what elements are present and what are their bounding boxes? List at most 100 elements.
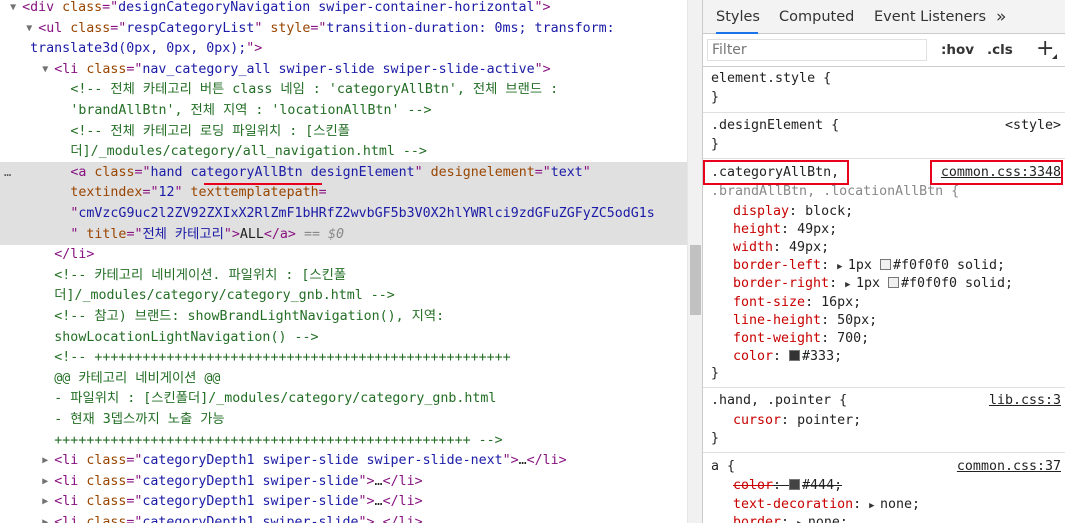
css-prop-color[interactable]: color: #333; [733,348,1061,366]
styles-filter-input[interactable] [707,39,927,61]
dom-node-line[interactable]: 더]/_modules/category/category_gnb.html -… [0,285,687,306]
dom-node-line[interactable]: 'brandAllBtn', 전체 지역 : 'locationAllBtn' … [0,100,687,121]
css-prop-value[interactable]: pointer; [797,413,861,428]
css-prop-value[interactable]: 49px; [797,222,837,237]
dom-tree-scrollbar[interactable] [687,0,702,523]
css-prop-border-left[interactable]: border-left: ▶ 1px #f0f0f0 solid; [733,257,1061,275]
dom-node-selected-line[interactable]: textindex="12" texttemplatepath= [0,182,687,204]
dom-token-tag: <div [22,0,63,15]
css-prop-value[interactable]: none; [808,515,848,523]
collapse-arrow-icon[interactable]: ▼ [26,18,36,39]
dom-node-line[interactable]: showLocationLightNavigation() --> [0,327,687,348]
css-prop-name[interactable]: text-decoration [733,497,853,512]
dom-node-line[interactable]: <!-- +++++++++++++++++++++++++++++++++++… [0,347,687,368]
css-prop-value[interactable]: block; [805,204,853,219]
dom-node-line[interactable]: 더]/_modules/category/all_navigation.html… [0,141,687,162]
css-prop-value-rest[interactable]: #444; [802,478,842,493]
css-prop-value[interactable]: 700; [837,331,869,346]
css-prop-name[interactable]: width [733,240,773,255]
css-prop-name[interactable]: cursor [733,413,781,428]
dom-node-line[interactable]: ++++++++++++++++++++++++++++++++++++++++… [0,430,687,451]
dom-node-line[interactable]: - 파일위치 : [스킨폴더]/_modules/category/catego… [0,388,687,409]
css-prop-name[interactable]: font-size [733,295,805,310]
dom-node-line[interactable]: <!-- 전체 카테고리 버튼 class 네임 : 'categoryAllB… [0,79,687,100]
node-actions-ellipsis-icon[interactable]: … [4,162,11,183]
expand-shorthand-icon[interactable]: ▶ [869,501,880,511]
color-swatch-icon[interactable] [789,349,801,361]
scrollbar-thumb[interactable] [690,245,701,315]
css-prop-value[interactable]: 16px; [821,295,861,310]
dom-node-line[interactable]: <!-- 카테고리 네비게이션. 파일위치 : [스킨폴 [0,265,687,286]
dom-token-cmt: <!-- 전체 카테고리 로딩 파일위치 : [스킨폴 [70,123,350,139]
tab-styles[interactable]: Styles [716,0,760,34]
tab-event-listeners[interactable]: Event Listeners [874,0,986,34]
dom-node-selected-line[interactable]: " title="전체 카테고리">ALL</a> == $0 [0,223,687,245]
css-prop-name[interactable]: border-left [733,258,821,273]
dom-node-line[interactable]: ▶ <li class="categoryDepth1 swiper-slide"… [0,491,687,512]
css-prop-height[interactable]: height: 49px; [733,221,1061,239]
css-prop-name[interactable]: font-weight [733,331,821,346]
css-prop-name[interactable]: height [733,222,781,237]
expand-arrow-icon[interactable]: ▶ [42,471,52,492]
color-swatch-icon[interactable] [789,479,801,490]
css-prop-value-rest[interactable]: #f0f0f0 solid; [893,258,1005,273]
design-element-source[interactable]: <style> [1005,117,1061,135]
color-swatch-icon[interactable] [879,259,891,271]
css-prop-name[interactable]: border-right [733,276,829,291]
hand-rule-source-link[interactable]: lib.css:3 [989,392,1061,410]
collapse-arrow-icon[interactable]: ▼ [10,0,20,18]
dom-node-line[interactable]: translate3d(0px, 0px, 0px);"> [0,38,687,59]
css-prop-value-rest[interactable]: #333; [802,349,842,364]
color-swatch-icon[interactable] [887,277,899,289]
dom-node-line[interactable]: - 현재 3뎁스까지 노출 가능 [0,409,687,430]
dom-node-selected-line[interactable]: <a class="hand categoryAllBtn designElem… [0,161,687,183]
css-prop-width[interactable]: width: 49px; [733,239,1061,257]
dom-node-line[interactable]: ▼ <div class="designCategoryNavigation sw… [0,0,687,18]
css-prop-value[interactable]: 1px [856,276,888,291]
dom-node-line[interactable]: @@ 카테고리 네비게이션 @@ [0,368,687,389]
css-prop-value[interactable]: 1px [848,258,880,273]
class-toggle-button[interactable]: .cls [987,39,1013,61]
dom-node-selected-line[interactable]: "cmVzcG9uc2l2ZV92ZXIxX2RlZmF1bHRfZ2wvbGF… [0,203,687,224]
dom-node-line[interactable]: <!-- 참고) 브랜드: showBrandLightNavigation()… [0,306,687,327]
css-prop-font-size[interactable]: font-size: 16px; [733,294,1061,312]
expand-shorthand-icon[interactable]: ▶ [797,519,808,523]
css-prop-value[interactable]: none; [880,497,920,512]
css-prop-name[interactable]: color [733,478,773,493]
more-tabs-icon[interactable]: » [996,0,1006,34]
css-prop-cursor[interactable]: cursor: pointer; [733,412,1061,430]
css-prop-name[interactable]: display [733,204,789,219]
elements-dom-tree[interactable]: ▼ <div class="designCategoryNavigation sw… [0,0,687,523]
css-prop-name[interactable]: border [733,515,781,523]
tab-computed[interactable]: Computed [779,0,854,34]
css-prop-value[interactable]: 50px; [837,313,877,328]
dom-node-line[interactable]: ▼ <ul class="respCategoryList" style="tra… [0,18,687,39]
dom-node-line[interactable]: ▼ <li class="nav_category_all swiper-slid… [0,59,687,80]
dom-node-line[interactable]: ▶ <li class="categoryDepth1 swiper-slide … [0,450,687,471]
dom-node-line[interactable]: ▶ <li class="categoryDepth1 swiper-slide"… [0,471,687,492]
css-prop-value-rest[interactable]: #f0f0f0 solid; [901,276,1013,291]
css-prop-display[interactable]: display: block; [733,203,1061,221]
hover-state-button[interactable]: :hov [941,39,974,61]
css-prop-text-decoration[interactable]: text-decoration: ▶ none; [733,496,1061,514]
css-prop-color[interactable]: color: #444; [733,477,1061,495]
css-prop-font-weight[interactable]: font-weight: 700; [733,330,1061,348]
element-style-selector[interactable]: element.style { [711,70,1061,88]
dom-node-line[interactable]: </li> [0,244,687,265]
expand-arrow-icon[interactable]: ▶ [42,450,52,471]
css-prop-name[interactable]: line-height [733,313,821,328]
dom-node-line[interactable]: ▶ <li class="categoryDepth1 swiper-slide"… [0,512,687,523]
expand-arrow-icon[interactable]: ▶ [42,512,52,523]
collapse-arrow-icon[interactable]: ▼ [42,59,52,80]
a-rule-source-link[interactable]: common.css:37 [957,458,1061,476]
expand-shorthand-icon[interactable]: ▶ [837,262,848,272]
css-prop-name[interactable]: color [733,349,773,364]
css-prop-border[interactable]: border: ▶ none; [733,514,1061,523]
category-rule-selector-rest[interactable]: .brandAllBtn, .locationAllBtn { [711,183,1061,201]
css-prop-line-height[interactable]: line-height: 50px; [733,312,1061,330]
expand-shorthand-icon[interactable]: ▶ [845,280,856,290]
expand-arrow-icon[interactable]: ▶ [42,491,52,512]
css-prop-border-right[interactable]: border-right: ▶ 1px #f0f0f0 solid; [733,275,1061,293]
css-prop-value[interactable]: 49px; [789,240,829,255]
dom-node-line[interactable]: <!-- 전체 카테고리 로딩 파일위치 : [스킨폴 [0,121,687,142]
